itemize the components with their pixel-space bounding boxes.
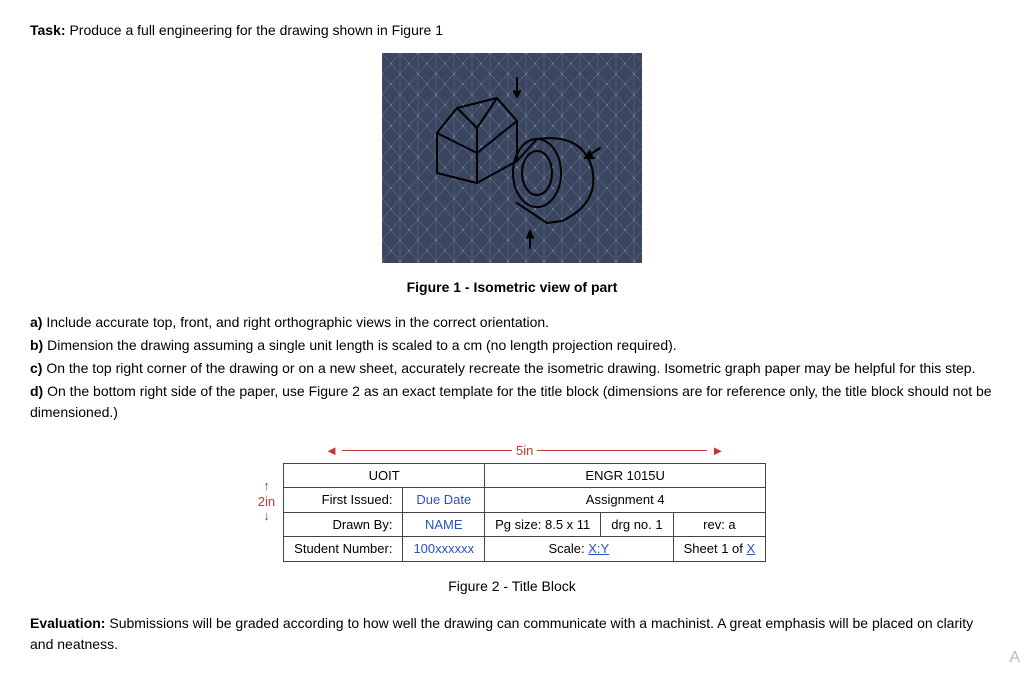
figure2-caption: Figure 2 - Title Block bbox=[30, 576, 994, 597]
title-block-table: UOIT ENGR 1015U First Issued: Due Date A… bbox=[283, 463, 766, 562]
tb-assignment: Assignment 4 bbox=[485, 488, 766, 513]
tb-course: ENGR 1015U bbox=[485, 463, 766, 488]
instr-b-label: b) bbox=[30, 337, 43, 353]
arrow-right-icon: ► bbox=[711, 441, 724, 461]
instr-a-text: Include accurate top, front, and right o… bbox=[46, 314, 549, 330]
instruction-b: b) Dimension the drawing assuming a sing… bbox=[30, 335, 994, 356]
dim-width: 5in bbox=[516, 441, 533, 461]
tb-scale-label: Scale: bbox=[549, 541, 589, 556]
tb-sheet-value: X bbox=[747, 541, 756, 556]
isometric-drawing-image bbox=[382, 53, 642, 263]
instr-c-text: On the top right corner of the drawing o… bbox=[46, 360, 975, 376]
instr-d-label: d) bbox=[30, 383, 43, 399]
tb-student-num-label: Student Number: bbox=[284, 537, 403, 562]
task-line: Task: Produce a full engineering for the… bbox=[30, 20, 994, 41]
tb-first-issued-label: First Issued: bbox=[284, 488, 403, 513]
tb-drgno: drg no. 1 bbox=[601, 512, 673, 537]
instruction-a: a) Include accurate top, front, and righ… bbox=[30, 312, 994, 333]
eval-text: Submissions will be graded according to … bbox=[30, 615, 973, 652]
dim-horizontal: ◄ 5in ► bbox=[325, 441, 724, 461]
tb-name: NAME bbox=[403, 512, 485, 537]
title-block-region: ↑ 2in ↓ ◄ 5in ► UOIT ENGR 1015U First Is… bbox=[30, 441, 994, 562]
arrow-up-icon: ↑ bbox=[263, 481, 270, 491]
instr-b-text: Dimension the drawing assuming a single … bbox=[47, 337, 677, 353]
instr-d-text: On the bottom right side of the paper, u… bbox=[30, 383, 992, 420]
eval-label: Evaluation: bbox=[30, 615, 105, 631]
tb-pgsize: Pg size: 8.5 x 11 bbox=[485, 512, 601, 537]
instr-a-label: a) bbox=[30, 314, 42, 330]
task-text: Produce a full engineering for the drawi… bbox=[69, 22, 443, 38]
arrow-left-icon: ◄ bbox=[325, 441, 338, 461]
instr-c-label: c) bbox=[30, 360, 42, 376]
tb-drawn-by-label: Drawn By: bbox=[284, 512, 403, 537]
dim-vertical: ↑ 2in ↓ bbox=[258, 481, 275, 521]
tb-rev: rev: a bbox=[673, 512, 766, 537]
tb-scale-value: X:Y bbox=[588, 541, 609, 556]
instruction-d: d) On the bottom right side of the paper… bbox=[30, 381, 994, 423]
task-label: Task: bbox=[30, 22, 66, 38]
tb-uoit: UOIT bbox=[284, 463, 485, 488]
figure1-caption: Figure 1 - Isometric view of part bbox=[30, 277, 994, 298]
tb-student-num: 100xxxxxx bbox=[403, 537, 485, 562]
evaluation-line: Evaluation: Submissions will be graded a… bbox=[30, 613, 994, 655]
corner-marker: A bbox=[1009, 646, 1020, 670]
instruction-c: c) On the top right corner of the drawin… bbox=[30, 358, 994, 379]
tb-scale-cell: Scale: X:Y bbox=[485, 537, 673, 562]
tb-sheet-cell: Sheet 1 of X bbox=[673, 537, 766, 562]
figure1-container bbox=[30, 53, 994, 269]
arrow-down-icon: ↓ bbox=[263, 511, 270, 521]
tb-due-date: Due Date bbox=[403, 488, 485, 513]
tb-sheet-prefix: Sheet 1 of bbox=[684, 541, 747, 556]
